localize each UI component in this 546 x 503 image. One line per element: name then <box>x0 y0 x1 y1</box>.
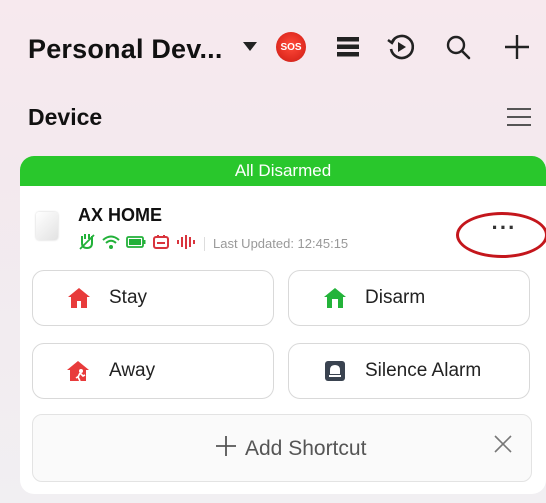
tamper-icon <box>78 233 96 256</box>
chevron-down-icon[interactable] <box>243 42 257 51</box>
device-thumbnail <box>36 212 58 240</box>
add-shortcut-label: Add Shortcut <box>245 437 367 460</box>
away-label: Away <box>109 360 156 381</box>
battery-icon <box>126 235 146 254</box>
silence-alarm-label: Silence Alarm <box>365 360 482 381</box>
plus-icon <box>215 435 237 463</box>
sos-button[interactable]: SOS <box>276 32 306 62</box>
device-status-icons: Last Updated: 12:45:15 <box>78 233 348 256</box>
home-disarm-icon <box>323 286 347 310</box>
status-banner: All Disarmed <box>20 156 546 186</box>
device-name[interactable]: AX HOME <box>78 205 162 226</box>
stay-button[interactable]: Stay <box>32 270 274 326</box>
device-card: All Disarmed AX HOME Last Updated: 12:45… <box>20 156 546 494</box>
wifi-icon <box>102 234 120 255</box>
home-stay-icon <box>67 286 91 310</box>
stay-label: Stay <box>109 287 148 308</box>
playback-icon[interactable] <box>384 30 418 64</box>
add-shortcut-content: Add Shortcut <box>215 435 366 463</box>
device-group-title[interactable]: Personal Dev... <box>28 34 223 65</box>
add-shortcut-button[interactable]: Add Shortcut <box>32 414 532 482</box>
search-icon[interactable] <box>441 30 475 64</box>
disarm-label: Disarm <box>365 287 426 308</box>
top-bar: Personal Dev... SOS <box>0 0 546 96</box>
away-button[interactable]: Away <box>32 343 274 399</box>
disarm-button[interactable]: Disarm <box>288 270 530 326</box>
menu-icon[interactable] <box>506 106 532 128</box>
signal-alarm-icon <box>176 234 196 255</box>
section-title: Device <box>28 104 103 130</box>
list-view-icon[interactable] <box>331 30 365 64</box>
last-updated-text: Last Updated: 12:45:15 <box>204 237 348 251</box>
silence-alarm-button[interactable]: Silence Alarm <box>288 343 530 399</box>
close-icon[interactable] <box>493 433 513 461</box>
silence-alarm-icon <box>323 359 347 383</box>
power-plug-icon <box>152 234 170 255</box>
annotation-circle <box>456 212 546 258</box>
home-away-icon <box>67 359 91 383</box>
add-icon[interactable] <box>500 30 534 64</box>
